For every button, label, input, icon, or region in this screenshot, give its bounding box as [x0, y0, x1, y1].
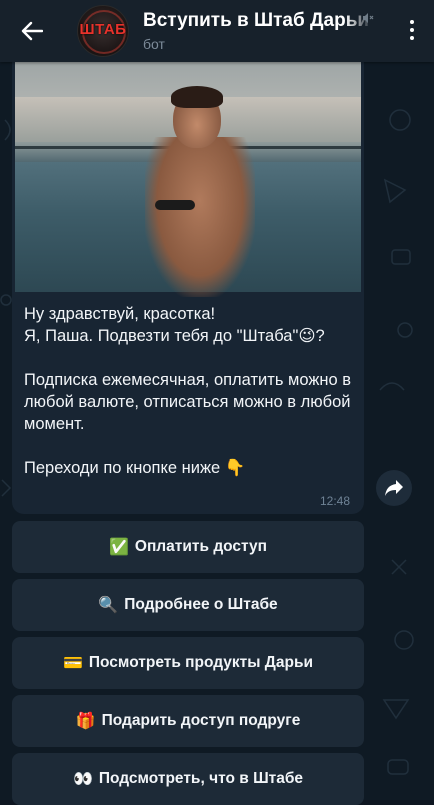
view-products-button[interactable]: 💳 Посмотреть продукты Дарьи [12, 637, 364, 689]
back-button[interactable] [20, 19, 44, 43]
message-bubble[interactable]: Ну здравствуй, красотка! Я, Паша. Подвез… [12, 62, 364, 514]
button-label: Подарить доступ подруге [101, 712, 301, 729]
avatar-logo-text: ШТАБ [79, 21, 127, 38]
chat-subtitle: бот [143, 36, 165, 52]
avatar[interactable]: ШТАБ [77, 5, 129, 57]
peek-inside-button[interactable]: 👀 Подсмотреть, что в Штабе [12, 753, 364, 805]
muted-speaker-icon [363, 13, 374, 23]
message-photo[interactable] [15, 62, 361, 297]
eyes-icon: 👀 [72, 771, 93, 788]
check-mark-icon: ✅ [108, 539, 129, 556]
chat-title: Вступить в Штаб Дарьи [143, 10, 370, 31]
more-menu-button[interactable] [408, 18, 416, 42]
credit-card-icon: 💳 [62, 655, 83, 672]
photo-goggles [155, 200, 195, 210]
gift-access-button[interactable]: 🎁 Подарить доступ подруге [12, 695, 364, 747]
button-label: Подсмотреть, что в Штабе [98, 770, 304, 787]
photo-person-hair [171, 86, 223, 108]
gift-icon: 🎁 [75, 713, 96, 730]
share-button[interactable] [376, 470, 412, 506]
message-text: Ну здравствуй, красотка! Я, Паша. Подвез… [24, 305, 352, 477]
button-label: Оплатить доступ [134, 538, 268, 555]
about-shtab-button[interactable]: 🔍 Подробнее о Штабе [12, 579, 364, 631]
more-vertical-icon [410, 28, 414, 32]
pay-access-button[interactable]: ✅ Оплатить доступ [12, 521, 364, 573]
more-vertical-icon [410, 36, 414, 40]
more-vertical-icon [410, 20, 414, 24]
message-time: 12:48 [319, 494, 350, 508]
photo-person [145, 137, 255, 297]
chat-header: ШТАБ Вступить в Штаб Дарьи бот [0, 0, 434, 62]
magnifier-icon: 🔍 [98, 597, 119, 614]
back-arrow-icon [21, 21, 43, 41]
button-label: Посмотреть продукты Дарьи [88, 654, 313, 671]
share-forward-icon [385, 480, 403, 496]
chat-info[interactable]: Вступить в Штаб Дарьи бот [143, 10, 373, 52]
button-label: Подробнее о Штабе [124, 596, 278, 613]
